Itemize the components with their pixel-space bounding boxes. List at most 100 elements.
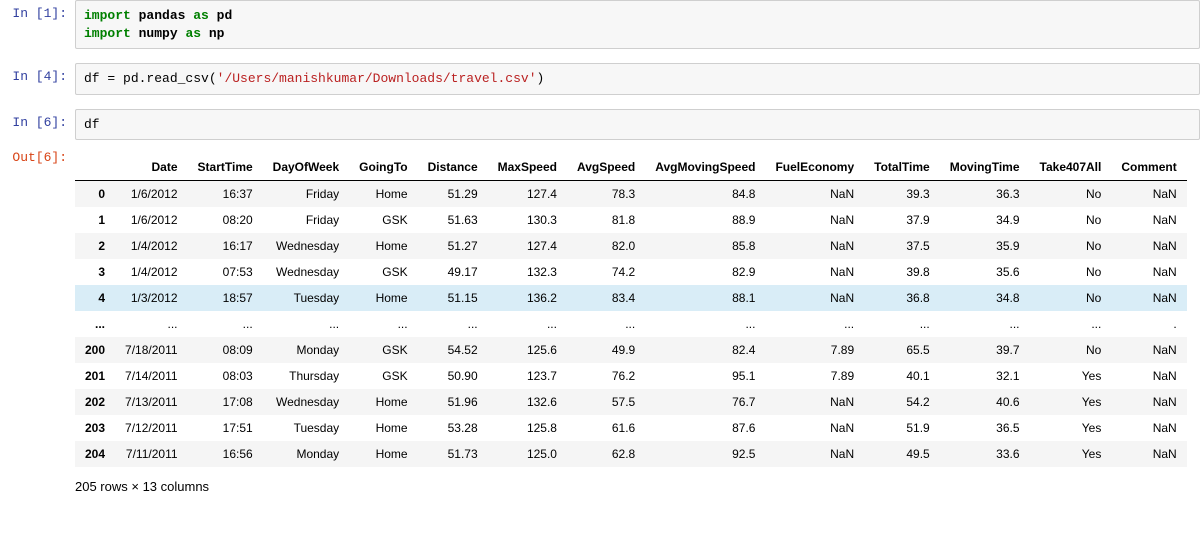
code-input-1[interactable]: import pandas as pd import numpy as np	[75, 0, 1200, 49]
kw-import: import	[84, 8, 131, 23]
table-cell: 1/6/2012	[115, 181, 188, 208]
table-col-header: AvgSpeed	[567, 154, 645, 181]
table-cell: .	[1111, 311, 1186, 337]
table-cell: 54.2	[864, 389, 940, 415]
prompt-in-2: In [4]:	[0, 63, 75, 84]
table-row: 21/4/201216:17WednesdayHome51.27127.482.…	[75, 233, 1187, 259]
table-cell: 16:37	[188, 181, 263, 208]
table-cell: 1/4/2012	[115, 259, 188, 285]
table-cell: 74.2	[567, 259, 645, 285]
table-cell: 51.96	[418, 389, 488, 415]
table-col-header: Take407All	[1030, 154, 1112, 181]
table-cell: NaN	[1111, 259, 1186, 285]
table-cell: NaN	[765, 207, 864, 233]
row-index: 202	[75, 389, 115, 415]
table-cell: 51.73	[418, 441, 488, 467]
code-input-2[interactable]: df = pd.read_csv('/Users/manishkumar/Dow…	[75, 63, 1200, 95]
table-col-header: DayOfWeek	[263, 154, 349, 181]
table-cell: 125.8	[488, 415, 567, 441]
table-cell: ...	[1030, 311, 1112, 337]
table-cell: Yes	[1030, 415, 1112, 441]
table-cell: 62.8	[567, 441, 645, 467]
output-area: DateStartTimeDayOfWeekGoingToDistanceMax…	[75, 144, 1200, 511]
table-cell: 39.3	[864, 181, 940, 208]
table-col-header: TotalTime	[864, 154, 940, 181]
table-cell: No	[1030, 207, 1112, 233]
table-cell: GSK	[349, 259, 417, 285]
table-cell: GSK	[349, 207, 417, 233]
table-cell: 51.27	[418, 233, 488, 259]
alias-pd: pd	[217, 8, 233, 23]
table-cell: No	[1030, 337, 1112, 363]
table-cell: ...	[263, 311, 349, 337]
table-cell: No	[1030, 285, 1112, 311]
table-cell: 35.6	[940, 259, 1030, 285]
dataframe-shape: 205 rows × 13 columns	[75, 479, 1200, 494]
table-cell: ...	[645, 311, 765, 337]
table-cell: 7/13/2011	[115, 389, 188, 415]
table-cell: 76.7	[645, 389, 765, 415]
table-cell: 81.8	[567, 207, 645, 233]
table-cell: 49.5	[864, 441, 940, 467]
table-cell: 33.6	[940, 441, 1030, 467]
table-cell: 132.3	[488, 259, 567, 285]
code-df: df	[84, 117, 100, 132]
table-row: 11/6/201208:20FridayGSK51.63130.381.888.…	[75, 207, 1187, 233]
table-cell: Monday	[263, 337, 349, 363]
table-cell: NaN	[1111, 363, 1186, 389]
table-cell: 136.2	[488, 285, 567, 311]
table-cell: 17:08	[188, 389, 263, 415]
table-cell: 16:56	[188, 441, 263, 467]
table-cell: 82.9	[645, 259, 765, 285]
table-cell: 18:57	[188, 285, 263, 311]
table-cell: 127.4	[488, 181, 567, 208]
table-col-header: Distance	[418, 154, 488, 181]
table-cell: 7/18/2011	[115, 337, 188, 363]
code-input-3[interactable]: df	[75, 109, 1200, 141]
table-cell: ...	[349, 311, 417, 337]
table-cell: NaN	[765, 441, 864, 467]
table-cell: NaN	[765, 415, 864, 441]
table-col-header: StartTime	[188, 154, 263, 181]
table-col-header: AvgMovingSpeed	[645, 154, 765, 181]
table-cell: ...	[567, 311, 645, 337]
table-cell: Yes	[1030, 363, 1112, 389]
table-col-header: GoingTo	[349, 154, 417, 181]
table-cell: 40.6	[940, 389, 1030, 415]
table-cell: 88.9	[645, 207, 765, 233]
dataframe-table: DateStartTimeDayOfWeekGoingToDistanceMax…	[75, 154, 1187, 467]
row-index: 1	[75, 207, 115, 233]
table-cell: 7/12/2011	[115, 415, 188, 441]
table-cell: 54.52	[418, 337, 488, 363]
table-cell: 51.63	[418, 207, 488, 233]
table-cell: NaN	[765, 233, 864, 259]
table-col-header: MaxSpeed	[488, 154, 567, 181]
table-cell: Home	[349, 389, 417, 415]
table-cell: Wednesday	[263, 233, 349, 259]
kw-import: import	[84, 26, 131, 41]
code-cell-2: In [4]: df = pd.read_csv('/Users/manishk…	[0, 63, 1200, 95]
table-cell: 88.1	[645, 285, 765, 311]
table-row: ........................................	[75, 311, 1187, 337]
table-cell: 7/11/2011	[115, 441, 188, 467]
table-cell: 125.0	[488, 441, 567, 467]
table-cell: 76.2	[567, 363, 645, 389]
row-index: 204	[75, 441, 115, 467]
code-call: pd.read_csv(	[115, 71, 216, 86]
table-cell: 132.6	[488, 389, 567, 415]
table-cell: NaN	[1111, 181, 1186, 208]
table-cell: Friday	[263, 181, 349, 208]
table-cell: 1/6/2012	[115, 207, 188, 233]
table-cell: 61.6	[567, 415, 645, 441]
table-cell: 95.1	[645, 363, 765, 389]
table-cell: 40.1	[864, 363, 940, 389]
table-cell: 53.28	[418, 415, 488, 441]
table-cell: 49.17	[418, 259, 488, 285]
table-cell: Home	[349, 415, 417, 441]
prompt-in-1: In [1]:	[0, 0, 75, 21]
table-col-header: FuelEconomy	[765, 154, 864, 181]
table-cell: Home	[349, 441, 417, 467]
table-cell: 07:53	[188, 259, 263, 285]
table-cell: No	[1030, 233, 1112, 259]
table-cell: 37.5	[864, 233, 940, 259]
